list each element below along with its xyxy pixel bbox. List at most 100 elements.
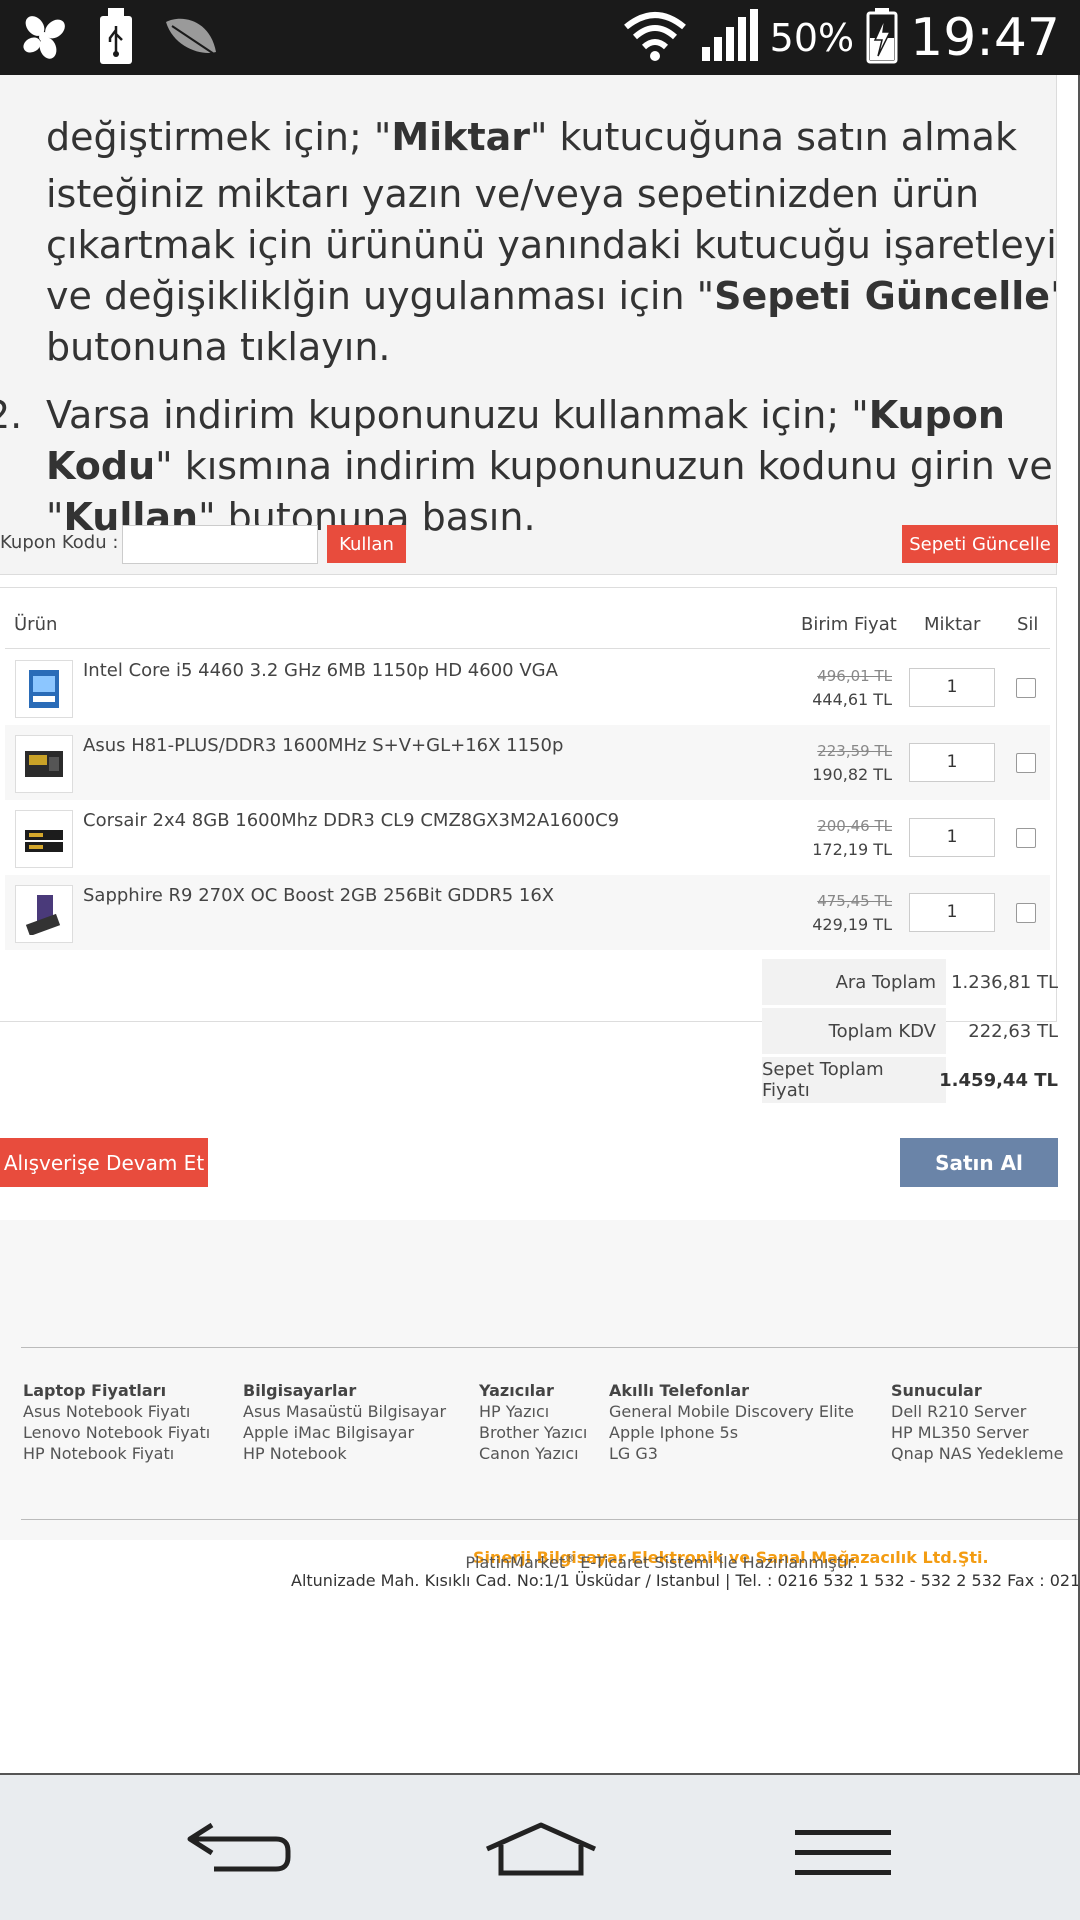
instruction-line: Varsa indirim kuponunuzu kullanmak için;…	[46, 393, 1005, 437]
home-icon[interactable]	[483, 1821, 599, 1881]
header-delete: Sil	[1017, 614, 1039, 635]
product-name-link[interactable]: Sapphire R9 270X OC Boost 2GB 256Bit GDD…	[83, 885, 554, 906]
footer-divider	[21, 1347, 1080, 1348]
header-product: Ürün	[14, 614, 58, 635]
footer-link[interactable]: HP Notebook	[243, 1443, 446, 1464]
remove-checkbox[interactable]	[1016, 828, 1036, 848]
old-price: 200,46 TL	[817, 817, 892, 835]
company-address: Altunizade Mah. Kısıklı Cad. No:1/1 Üskü…	[291, 1571, 1080, 1590]
total-row: Sepet Toplam Fiyatı 1.459,44 TL	[762, 1057, 1058, 1103]
instruction-line: Kodu" kısmına indirim kuponunuzun kodunu…	[46, 444, 1053, 488]
footer-link[interactable]: Asus Masaüstü Bilgisayar	[243, 1401, 446, 1422]
unit-price: 429,19 TL	[812, 915, 892, 934]
footer-link[interactable]: Apple Iphone 5s	[609, 1422, 854, 1443]
footer-link[interactable]: Qnap NAS Yedekleme	[891, 1443, 1063, 1464]
apply-coupon-button[interactable]: Kullan	[327, 525, 406, 563]
signal-icon	[700, 8, 758, 67]
vat-value: 222,63 TL	[968, 1020, 1058, 1042]
footer-link[interactable]: HP Notebook Fiyatı	[23, 1443, 210, 1464]
menu-icon[interactable]	[795, 1828, 891, 1882]
footer-link[interactable]: Dell R210 Server	[891, 1401, 1063, 1422]
product-name-link[interactable]: Asus H81-PLUS/DDR3 1600MHz S+V+GL+16X 11…	[83, 735, 563, 756]
product-thumbnail[interactable]	[15, 810, 73, 868]
leaf-icon	[162, 12, 220, 66]
instruction-line: değiştirmek için; "Miktar" kutucuğuna sa…	[46, 115, 1017, 159]
old-price: 223,59 TL	[817, 742, 892, 760]
subtotal-label: Ara Toplam	[762, 959, 946, 1005]
product-thumbnail[interactable]	[15, 885, 73, 943]
continue-shopping-button[interactable]: Alışverişe Devam Et	[0, 1138, 208, 1187]
vat-label: Toplam KDV	[762, 1008, 946, 1054]
navigation-bar	[0, 1775, 1080, 1920]
footer-column-laptops: Laptop Fiyatları Asus Notebook Fiyatı Le…	[23, 1380, 210, 1464]
usb-icon	[98, 8, 134, 70]
product-name-link[interactable]: Intel Core i5 4460 3.2 GHz 6MB 1150p HD …	[83, 660, 558, 681]
unit-price: 190,82 TL	[812, 765, 892, 784]
quantity-input[interactable]: 1	[909, 893, 995, 932]
footer-link[interactable]: LG G3	[609, 1443, 854, 1464]
unit-price: 444,61 TL	[812, 690, 892, 709]
footer-column-title: Sunucular	[891, 1381, 982, 1400]
quantity-input[interactable]: 1	[909, 818, 995, 857]
battery-percent: 50%	[769, 15, 855, 60]
gpu-box-image	[25, 895, 61, 935]
wifi-icon	[622, 11, 688, 65]
header-unit-price: Birim Fiyat	[801, 614, 897, 635]
footer-column-phones: Akıllı Telefonlar General Mobile Discove…	[609, 1380, 854, 1464]
footer-divider	[21, 1519, 1080, 1520]
instruction-line: ve değişikliklğin uygulanması için "Sepe…	[46, 274, 1056, 318]
powered-by: PlatinMarket® E-Ticaret Sistemi İle Hazı…	[465, 1553, 858, 1572]
update-cart-button[interactable]: Sepeti Güncelle	[902, 525, 1058, 563]
clock: 19:47	[910, 7, 1060, 68]
footer: Laptop Fiyatları Asus Notebook Fiyatı Le…	[0, 1220, 1080, 1590]
remove-checkbox[interactable]	[1016, 903, 1036, 923]
old-price: 475,45 TL	[817, 892, 892, 910]
unit-price: 172,19 TL	[812, 840, 892, 859]
header-divider	[5, 648, 1050, 649]
footer-link[interactable]: General Mobile Discovery Elite	[609, 1401, 854, 1422]
vat-row: Toplam KDV 222,63 TL	[762, 1008, 1058, 1054]
table-row: Asus H81-PLUS/DDR3 1600MHz S+V+GL+16X 11…	[5, 725, 1050, 800]
table-row: Sapphire R9 270X OC Boost 2GB 256Bit GDD…	[5, 875, 1050, 950]
pinwheel-icon	[18, 11, 70, 67]
header-quantity: Miktar	[924, 614, 981, 635]
instruction-line: çıkartmak için ürününü yanındaki kutucuğ…	[46, 223, 1057, 267]
footer-link[interactable]: Brother Yazıcı	[479, 1422, 587, 1443]
motherboard-box-image	[25, 751, 63, 777]
coupon-code-input[interactable]	[122, 525, 318, 564]
back-icon[interactable]	[184, 1817, 292, 1877]
battery-charging-icon	[866, 7, 898, 68]
footer-column-title: Akıllı Telefonlar	[609, 1381, 750, 1400]
footer-link[interactable]: Asus Notebook Fiyatı	[23, 1401, 210, 1422]
footer-link[interactable]: HP ML350 Server	[891, 1422, 1063, 1443]
footer-link[interactable]: Canon Yazıcı	[479, 1443, 587, 1464]
coupon-label: Kupon Kodu :	[0, 532, 119, 553]
footer-link[interactable]: Lenovo Notebook Fiyatı	[23, 1422, 210, 1443]
cart-table: Ürün Birim Fiyat Miktar Sil Intel Core i…	[0, 587, 1057, 1022]
instruction-line: butonuna tıklayın.	[46, 325, 391, 369]
cart-instructions: değiştirmek için; "Miktar" kutucuğuna sa…	[0, 75, 1057, 575]
cpu-box-image	[29, 670, 59, 708]
footer-column-computers: Bilgisayarlar Asus Masaüstü Bilgisayar A…	[243, 1380, 446, 1464]
remove-checkbox[interactable]	[1016, 753, 1036, 773]
quantity-input[interactable]: 1	[909, 743, 995, 782]
list-number: 2.	[0, 393, 23, 437]
instruction-line: isteğiniz miktarı yazın ve/veya sepetini…	[46, 172, 980, 216]
status-bar: 50% 19:47	[0, 0, 1080, 75]
product-thumbnail[interactable]	[15, 660, 73, 718]
ram-image	[25, 830, 63, 852]
product-thumbnail[interactable]	[15, 735, 73, 793]
quantity-input[interactable]: 1	[909, 668, 995, 707]
remove-checkbox[interactable]	[1016, 678, 1036, 698]
subtotal-row: Ara Toplam 1.236,81 TL	[762, 959, 1058, 1005]
buy-button[interactable]: Satın Al	[900, 1138, 1058, 1187]
footer-link[interactable]: Apple iMac Bilgisayar	[243, 1422, 446, 1443]
footer-link[interactable]: HP Yazıcı	[479, 1401, 587, 1422]
web-content[interactable]: değiştirmek için; "Miktar" kutucuğuna sa…	[0, 75, 1080, 1775]
product-name-link[interactable]: Corsair 2x4 8GB 1600Mhz DDR3 CL9 CMZ8GX3…	[83, 810, 619, 831]
old-price: 496,01 TL	[817, 667, 892, 685]
footer-column-title: Bilgisayarlar	[243, 1381, 357, 1400]
table-row: Corsair 2x4 8GB 1600Mhz DDR3 CL9 CMZ8GX3…	[5, 800, 1050, 875]
total-value: 1.459,44 TL	[939, 1069, 1058, 1091]
subtotal-value: 1.236,81 TL	[951, 971, 1058, 993]
